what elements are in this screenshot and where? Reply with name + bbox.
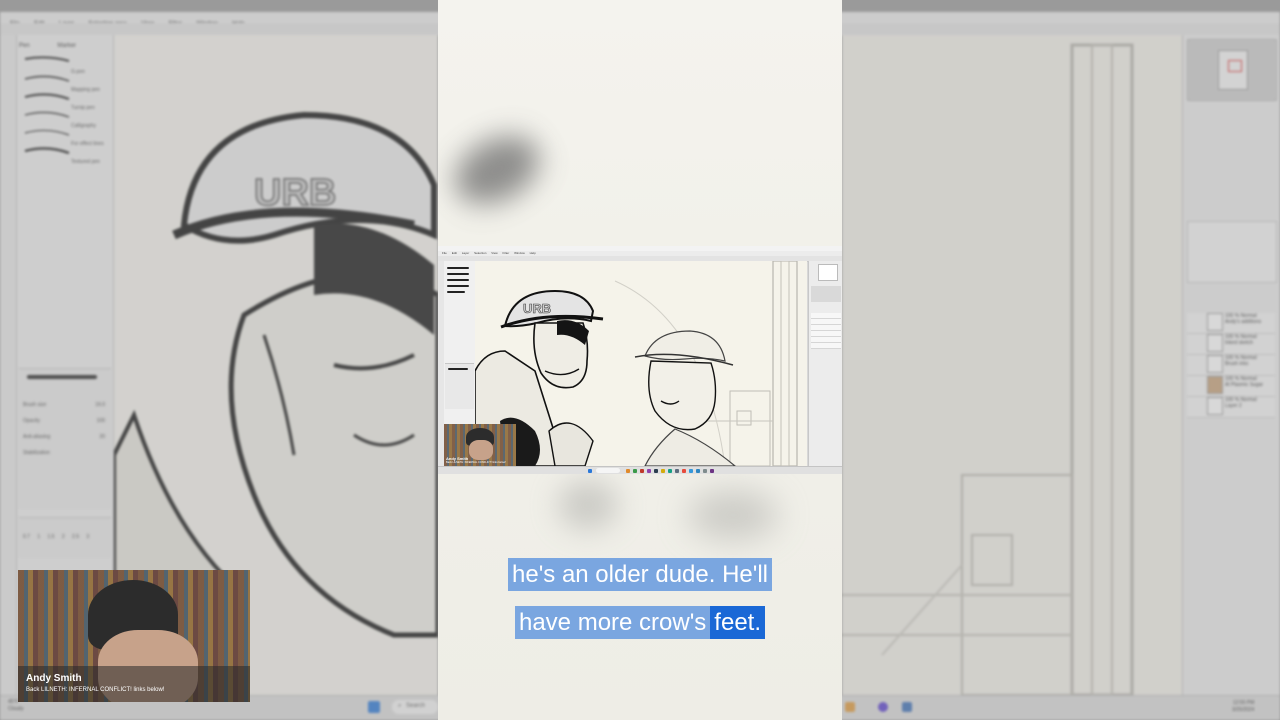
layer-row[interactable]: 100 % Normal Al Plasmic Sugar [1187,376,1275,397]
bg-size-preset[interactable]: 2.5 [72,534,79,540]
bg-size-preset[interactable]: 0.7 [23,534,30,540]
taskbar-app-icon[interactable] [689,469,693,473]
inner-layer-row[interactable] [811,343,841,349]
taskbar-app-icon[interactable] [647,469,651,473]
bg-taskbar-search[interactable]: ⌕ Search [392,700,438,714]
inner-webcam-overlay: Andy Smith Back LILNETH: INFERNAL CONFLI… [444,424,516,467]
bg-prop-brush-size-value[interactable]: 19.0 [79,397,105,413]
inner-navigator[interactable] [818,264,838,281]
brush-preset[interactable] [447,291,465,293]
bg-size-preset[interactable]: 1 [37,534,40,540]
caption-text: have more crow's [514,606,711,639]
bg-prop-opacity: Opacity [23,418,40,424]
taskbar-app-icon[interactable] [682,469,686,473]
bg-prop-brush-size: Brush size [23,402,47,408]
caption-text: he's an older dude. He'll [508,558,772,591]
inner-webcam-subtitle: Back LILNETH: INFERNAL CONFLICT! links b… [446,461,506,464]
blur-shape [558,480,618,530]
taskbar-app-icon[interactable] [845,702,855,712]
bg-sketch-buildings [842,43,1134,697]
bg-prop-antialias: Anti-aliasing [23,434,51,440]
brush-preset[interactable] [447,279,469,281]
bg-property-stroke [27,375,97,379]
windows-start-icon[interactable] [368,701,380,713]
bg-cap-letters: URB [254,172,336,214]
webcam-subtitle: Back LILNETH: INFERNAL CONFLICT! links b… [26,687,165,693]
bg-brush-gpen[interactable]: G-pen [71,63,104,81]
taskbar-app-icon[interactable] [661,469,665,473]
taskbar-app-icon[interactable] [703,469,707,473]
bg-brush-effect[interactable]: For effect lines [71,135,104,153]
layer-row[interactable]: 100 % Normal Andy's additions [1187,313,1275,334]
inner-menu-file[interactable]: File [442,251,447,255]
bg-size-preset[interactable]: 3 [86,534,89,540]
bg-brush-calligraphy[interactable]: Calligraphy [71,117,104,135]
inner-taskbar-search[interactable] [596,468,620,473]
layer-row[interactable]: 100 % Normal Brush inks [1187,355,1275,376]
bg-tool-strip[interactable] [0,35,17,695]
inner-canvas[interactable]: URB [475,261,807,466]
caption-line-2: have more crow's feet. [0,606,1280,639]
inner-menu-layer[interactable]: Layer [462,251,470,255]
brush-preset[interactable] [447,285,469,287]
inner-menu-help[interactable]: Help [530,251,536,255]
bg-brush-turnip[interactable]: Turnip pen [71,99,104,117]
bg-navigator[interactable] [1187,39,1277,101]
taskbar-app-icon[interactable] [640,469,644,473]
brush-preset[interactable] [447,273,469,275]
inner-menu-selection[interactable]: Selection [474,251,486,255]
bg-prop-stabilization: Stabilization [23,450,50,456]
taskbar-app-icon[interactable] [626,469,630,473]
inner-screenshot: File Edit Layer Selection View Filter Wi… [438,246,842,474]
taskbar-app-icon[interactable] [633,469,637,473]
cap-letters: URB [523,301,551,316]
caption-highlight-word: feet. [710,606,765,639]
caption-line-1: he's an older dude. He'll [0,558,1280,591]
layer-row[interactable]: 100 % Normal Inked sketch [1187,334,1275,355]
bg-tab-pen[interactable]: Pen [19,43,30,49]
taskbar-app-icon[interactable] [710,469,714,473]
comic-artwork: URB [475,261,798,466]
bg-layer-list: 100 % Normal Andy's additions 100 % Norma… [1187,293,1275,418]
inner-menu-filter[interactable]: Filter [503,251,510,255]
bg-prop-stabilization-value[interactable]: 20 [79,429,105,445]
webcam-name-bar [18,666,250,702]
inner-menu-view[interactable]: View [491,251,497,255]
bg-brush-size-panel: 0.7 1 1.5 2 2.5 3 [19,517,111,558]
bg-right-panel: 100 % Normal Andy's additions 100 % Norma… [1182,35,1280,695]
bg-tool-property-panel: Brush size Opacity Anti-aliasing Stabili… [19,368,111,509]
inner-taskbar [438,466,842,474]
bg-canvas-right[interactable] [842,35,1182,697]
blur-shape [688,490,778,540]
bg-layer-property [1187,221,1277,283]
bg-clock[interactable]: 12:55 PM 3/25/2024 [1232,700,1254,714]
inner-menu-window[interactable]: Window [514,251,525,255]
layer-row[interactable]: 100 % Normal Layer 2 [1187,397,1275,418]
inner-tool-property [445,363,474,409]
inner-right-panel [808,261,842,466]
bg-brush-textured[interactable]: Textured pen [71,153,104,171]
bg-size-preset[interactable]: 2 [62,534,65,540]
search-icon: ⌕ [398,703,402,709]
bg-prop-opacity-value[interactable]: 100 [79,413,105,429]
bg-search-placeholder: Search [406,703,426,709]
windows-start-icon[interactable] [588,469,592,473]
brush-preset[interactable] [447,267,469,269]
inner-menu-edit[interactable]: Edit [452,251,457,255]
bg-brush-mapping[interactable]: Mapping pen [71,81,104,99]
taskbar-app-icon[interactable] [902,702,912,712]
webcam-name: Andy Smith [26,673,82,684]
bg-tab-marker[interactable]: Marker [57,43,76,49]
taskbar-app-icon[interactable] [696,469,700,473]
stylus-blur [443,122,551,218]
taskbar-app-icon[interactable] [654,469,658,473]
taskbar-app-icon[interactable] [668,469,672,473]
taskbar-app-icon[interactable] [878,702,888,712]
taskbar-app-icon[interactable] [675,469,679,473]
bg-size-preset[interactable]: 1.5 [48,534,55,540]
